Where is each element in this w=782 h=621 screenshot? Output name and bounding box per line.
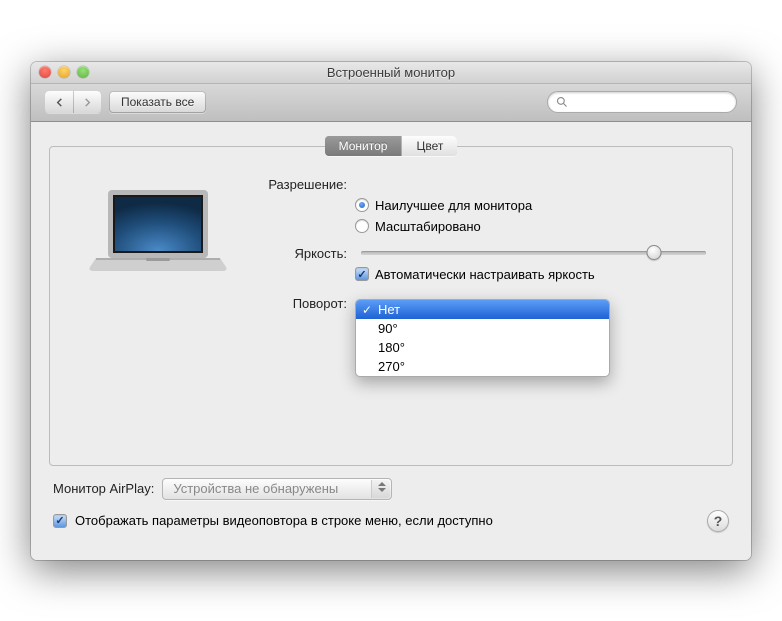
window-controls xyxy=(39,66,89,78)
forward-button[interactable] xyxy=(73,91,101,113)
brightness-label: Яркость: xyxy=(255,246,355,261)
slider-thumb[interactable] xyxy=(647,245,662,260)
display-illustration xyxy=(70,177,245,295)
nav-segment xyxy=(45,91,101,113)
footer: Монитор AirPlay: Устройства не обнаружен… xyxy=(49,466,733,532)
toolbar: Показать все xyxy=(31,84,751,122)
airplay-value: Устройства не обнаружены xyxy=(173,481,338,496)
rotation-option-label: Нет xyxy=(378,302,400,317)
resolution-label: Разрешение: xyxy=(255,177,355,192)
chevron-left-icon xyxy=(55,98,64,107)
minimize-button[interactable] xyxy=(58,66,70,78)
resolution-best-label: Наилучшее для монитора xyxy=(375,198,532,213)
show-mirroring-checkbox[interactable]: ✓ xyxy=(53,514,67,528)
rotation-popup-menu: Нет 90° 180° 270° xyxy=(355,299,610,377)
close-button[interactable] xyxy=(39,66,51,78)
rotation-option-none[interactable]: Нет xyxy=(356,300,609,319)
airplay-popup-button[interactable]: Устройства не обнаружены xyxy=(162,478,392,500)
popup-arrows-icon xyxy=(378,482,386,492)
resolution-scaled-radio[interactable] xyxy=(355,219,369,233)
back-button[interactable] xyxy=(45,91,73,113)
brightness-slider[interactable] xyxy=(361,251,706,255)
settings-panel: Разрешение: Наилучшее для монитора xyxy=(49,146,733,466)
airplay-label: Монитор AirPlay: xyxy=(53,481,154,496)
show-all-button[interactable]: Показать все xyxy=(109,91,206,113)
rotation-option-270[interactable]: 270° xyxy=(356,357,609,376)
search-icon xyxy=(556,96,568,108)
rotation-option-90[interactable]: 90° xyxy=(356,319,609,338)
zoom-button[interactable] xyxy=(77,66,89,78)
tab-monitor[interactable]: Монитор xyxy=(325,136,402,156)
rotation-option-label: 270° xyxy=(378,359,405,374)
resolution-scaled-label: Масштабировано xyxy=(375,219,481,234)
help-button[interactable]: ? xyxy=(707,510,729,532)
chevron-right-icon xyxy=(83,98,92,107)
tab-label: Монитор xyxy=(339,139,388,153)
macbook-icon xyxy=(88,185,228,295)
show-mirroring-label: Отображать параметры видеоповтора в стро… xyxy=(75,513,493,528)
content-area: Монитор Цвет xyxy=(31,122,751,560)
auto-brightness-label: Автоматически настраивать яркость xyxy=(375,267,595,282)
settings-column: Разрешение: Наилучшее для монитора xyxy=(245,177,712,317)
rotation-option-label: 180° xyxy=(378,340,405,355)
rotation-label: Поворот: xyxy=(255,296,355,311)
rotation-option-180[interactable]: 180° xyxy=(356,338,609,357)
show-all-label: Показать все xyxy=(121,95,194,109)
window-title: Встроенный монитор xyxy=(31,65,751,80)
titlebar: Встроенный монитор xyxy=(31,62,751,84)
auto-brightness-checkbox[interactable]: ✓ xyxy=(355,267,369,281)
search-field[interactable] xyxy=(547,91,737,113)
tab-bar: Монитор Цвет xyxy=(49,122,733,156)
preferences-window: Встроенный монитор Показать все Монитор xyxy=(31,62,751,560)
tab-color[interactable]: Цвет xyxy=(401,136,457,156)
rotation-option-label: 90° xyxy=(378,321,398,336)
tab-label: Цвет xyxy=(416,139,443,153)
resolution-best-radio[interactable] xyxy=(355,198,369,212)
search-input[interactable] xyxy=(573,95,728,109)
